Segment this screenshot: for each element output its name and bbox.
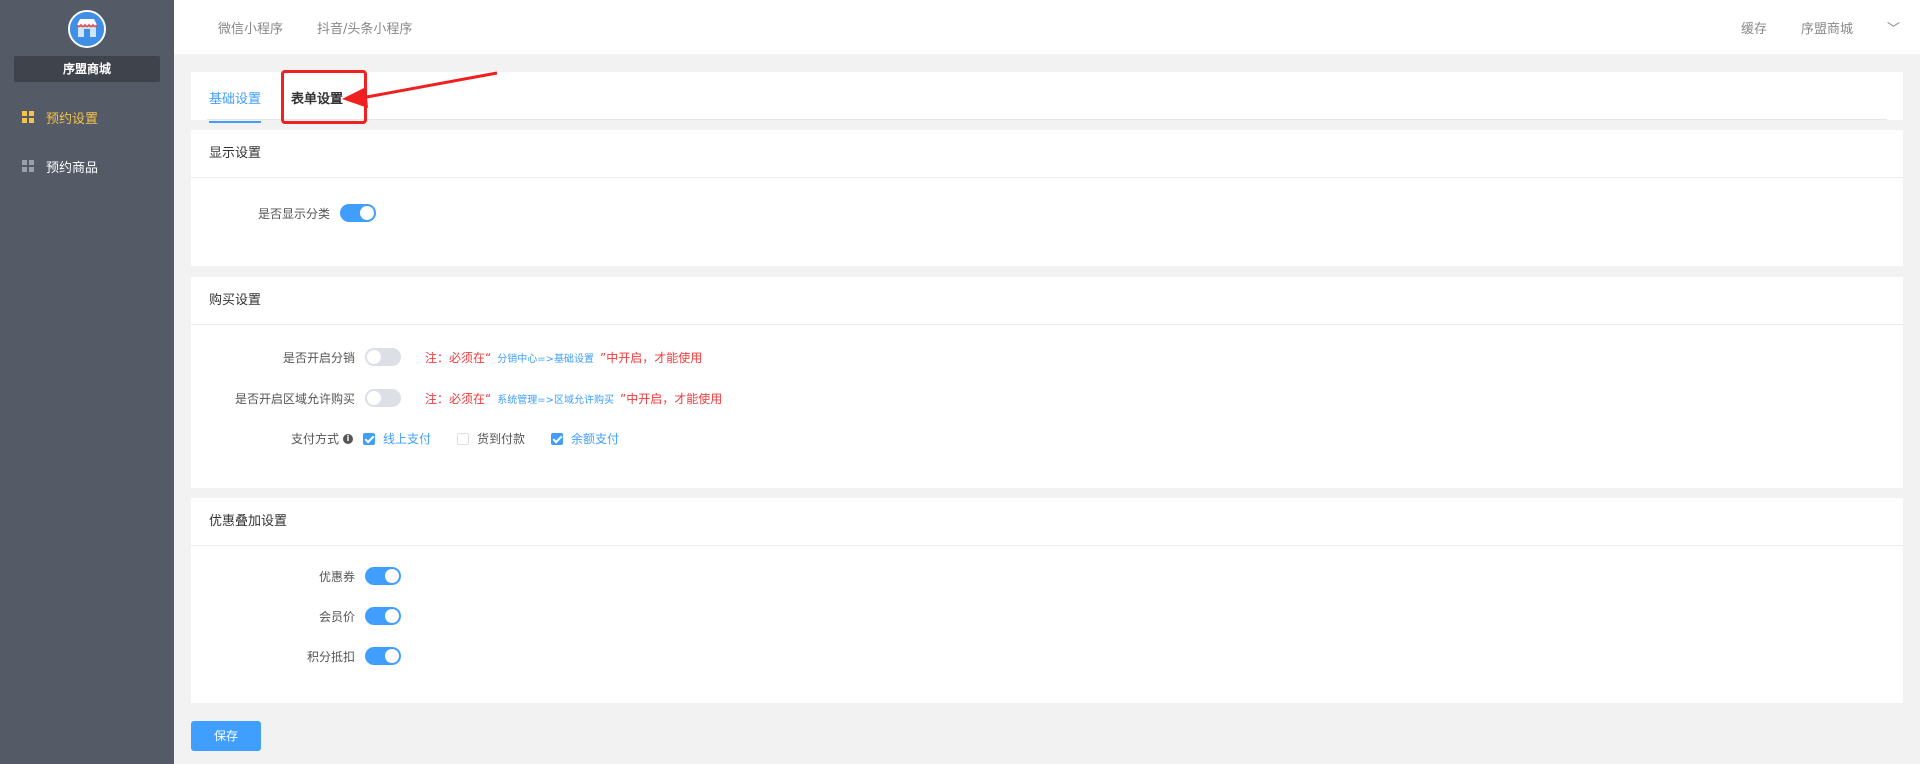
distribution-label: 是否开启分销 bbox=[282, 350, 355, 365]
region-toggle[interactable] bbox=[365, 389, 401, 407]
top-tab-wechat[interactable]: 微信小程序 bbox=[218, 18, 283, 37]
distribution-row: 是否开启分销 注：必须在“ 分销中心=>基础设置 ”中开启，才能使用 bbox=[191, 348, 702, 366]
cache-button[interactable]: 缓存 bbox=[1741, 18, 1767, 37]
tab-basic-settings[interactable]: 基础设置 bbox=[209, 88, 262, 123]
save-button[interactable]: 保存 bbox=[191, 721, 261, 751]
checkbox-box bbox=[551, 432, 564, 445]
show-category-row: 是否显示分类 bbox=[191, 204, 376, 222]
payment-method-label: 支付方式 bbox=[290, 432, 339, 446]
payment-online-checkbox[interactable]: 线上支付 bbox=[363, 430, 431, 447]
distribution-note-link[interactable]: 分销中心=>基础设置 bbox=[497, 354, 594, 365]
region-row: 是否开启区域允许购买 注：必须在“ 系统管理=>区域允许购买 ”中开启，才能使用 bbox=[191, 389, 722, 407]
highlight-box-annotation bbox=[281, 70, 367, 124]
sidebar: 序盟商城 预约设置 预约商品 bbox=[0, 0, 174, 764]
region-label: 是否开启区域允许购买 bbox=[234, 391, 355, 406]
logo-area: 序盟商城 bbox=[0, 0, 174, 92]
top-bar: 微信小程序 抖音/头条小程序 缓存 序盟商城 ﹀ bbox=[174, 0, 1920, 54]
store-dropdown[interactable]: 序盟商城 ﹀ bbox=[1801, 18, 1900, 37]
payment-cod-checkbox[interactable]: 货到付款 bbox=[457, 430, 525, 447]
note-prefix: 注：必须在“ bbox=[425, 350, 492, 365]
discount-settings-card: 优惠叠加设置 优惠券 会员价 积分抵扣 bbox=[191, 498, 1903, 703]
note-prefix: 注：必须在“ bbox=[425, 391, 492, 406]
settings-tabs: 基础设置 表单设置 bbox=[207, 72, 1887, 123]
points-deduction-row: 积分抵扣 bbox=[191, 647, 401, 665]
grid-icon bbox=[22, 111, 34, 123]
show-category-label: 是否显示分类 bbox=[257, 206, 330, 221]
checkbox-label: 余额支付 bbox=[571, 432, 620, 446]
sidebar-item-booking-settings[interactable]: 预约设置 bbox=[0, 97, 174, 137]
top-right-actions: 缓存 序盟商城 ﹀ bbox=[1707, 18, 1900, 37]
coupon-row: 优惠券 bbox=[191, 567, 401, 585]
note-suffix: ”中开启，才能使用 bbox=[599, 350, 703, 365]
sidebar-item-booking-products[interactable]: 预约商品 bbox=[0, 146, 174, 186]
store-dropdown-label: 序盟商城 bbox=[1800, 21, 1853, 37]
region-note-link[interactable]: 系统管理=>区域允许购买 bbox=[497, 395, 614, 406]
sidebar-item-label: 预约设置 bbox=[46, 111, 99, 127]
member-price-toggle[interactable] bbox=[365, 607, 401, 625]
top-tab-douyin[interactable]: 抖音/头条小程序 bbox=[317, 18, 412, 37]
show-category-toggle[interactable] bbox=[340, 204, 376, 222]
checkbox-box bbox=[457, 432, 470, 445]
display-settings-card: 显示设置 是否显示分类 bbox=[191, 130, 1903, 266]
grid-icon bbox=[22, 160, 34, 172]
chevron-down-icon: ﹀ bbox=[1886, 21, 1900, 37]
points-deduction-toggle[interactable] bbox=[365, 647, 401, 665]
member-price-label: 会员价 bbox=[318, 609, 355, 624]
distribution-note: 注：必须在“ 分销中心=>基础设置 ”中开启，才能使用 bbox=[425, 349, 702, 366]
coupon-toggle[interactable] bbox=[365, 567, 401, 585]
section-title: 购买设置 bbox=[191, 277, 1903, 325]
member-price-row: 会员价 bbox=[191, 607, 401, 625]
settings-tabs-panel: 基础设置 表单设置 bbox=[191, 72, 1903, 123]
section-title: 显示设置 bbox=[191, 130, 1903, 178]
shop-name: 序盟商城 bbox=[14, 56, 160, 82]
note-suffix: ”中开启，才能使用 bbox=[619, 391, 723, 406]
sidebar-item-label: 预约商品 bbox=[46, 160, 99, 176]
store-logo-icon bbox=[68, 10, 106, 48]
points-deduction-label: 积分抵扣 bbox=[306, 649, 355, 664]
payment-method-row: 支付方式 i 线上支付 货到付款 余额支付 bbox=[191, 430, 645, 447]
region-note: 注：必须在“ 系统管理=>区域允许购买 ”中开启，才能使用 bbox=[425, 390, 722, 407]
info-icon[interactable]: i bbox=[343, 433, 353, 444]
app-root: 序盟商城 预约设置 预约商品 微信小程序 抖音/头条小程序 缓存 序盟商城 ﹀ 基… bbox=[0, 0, 1920, 764]
checkbox-label: 货到付款 bbox=[477, 432, 526, 446]
payment-balance-checkbox[interactable]: 余额支付 bbox=[551, 430, 619, 447]
section-title: 优惠叠加设置 bbox=[191, 498, 1903, 546]
purchase-settings-card: 购买设置 是否开启分销 注：必须在“ 分销中心=>基础设置 ”中开启，才能使用 是否… bbox=[191, 277, 1903, 488]
checkbox-box bbox=[363, 432, 375, 445]
distribution-toggle[interactable] bbox=[365, 348, 401, 366]
coupon-label: 优惠券 bbox=[318, 569, 355, 584]
checkbox-label: 线上支付 bbox=[383, 432, 432, 446]
